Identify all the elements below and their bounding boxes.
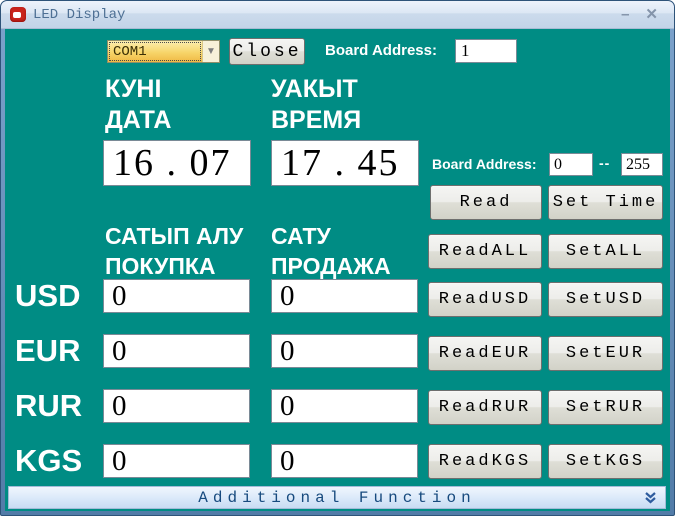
close-icon[interactable]: ✕ (645, 7, 658, 22)
currency-label-rur: RUR (15, 387, 101, 425)
buy-column-label: САТЫП АЛУ ПОКУПКА (105, 221, 243, 281)
currency-label-eur: EUR (15, 332, 101, 370)
eur-buy-field[interactable] (103, 334, 250, 368)
com-port-value: COM1 (108, 41, 202, 62)
board-address-range-label: Board Address: (432, 156, 537, 172)
time-value-field[interactable] (271, 140, 419, 186)
board-address-input[interactable] (455, 39, 517, 63)
read-eur-button[interactable]: ReadEUR (428, 336, 542, 371)
set-usd-button[interactable]: SetUSD (548, 282, 663, 317)
currency-label-kgs: KGS (15, 442, 101, 480)
rur-sell-field[interactable] (271, 389, 418, 423)
read-usd-button[interactable]: ReadUSD (428, 282, 542, 317)
eur-sell-field[interactable] (271, 334, 418, 368)
app-icon (10, 7, 26, 22)
currency-label-usd: USD (15, 277, 101, 315)
additional-function-bar[interactable]: Additional Function (8, 486, 666, 509)
board-address-label: Board Address: (325, 42, 437, 59)
usd-buy-field[interactable] (103, 279, 250, 313)
read-rur-button[interactable]: ReadRUR (428, 390, 542, 425)
time-label: УАКЫТ ВРЕМЯ (271, 74, 361, 136)
main-panel: COM1 ▼ Close Board Address: КУНІ ДАТА УА… (5, 29, 670, 511)
set-eur-button[interactable]: SetEUR (548, 336, 663, 371)
sell-column-label: САТУ ПРОДАЖА (271, 221, 391, 281)
minimize-icon[interactable]: – (621, 7, 629, 22)
chevron-double-down-icon[interactable] (644, 491, 657, 510)
com-port-select[interactable]: COM1 ▼ (107, 40, 220, 63)
range-separator: -- (599, 155, 610, 171)
read-button[interactable]: Read (430, 185, 542, 220)
read-kgs-button[interactable]: ReadKGS (428, 444, 542, 479)
additional-function-label: Additional Function (198, 489, 475, 507)
kgs-buy-field[interactable] (103, 444, 250, 478)
app-window: LED Display – ✕ COM1 ▼ Close Board Addre… (0, 0, 675, 516)
window-title: LED Display (33, 7, 125, 23)
set-kgs-button[interactable]: SetKGS (548, 444, 663, 479)
kgs-sell-field[interactable] (271, 444, 418, 478)
read-all-button[interactable]: ReadALL (428, 234, 542, 269)
set-rur-button[interactable]: SetRUR (548, 390, 663, 425)
set-time-button[interactable]: Set Time (548, 185, 663, 220)
chevron-down-icon[interactable]: ▼ (202, 41, 219, 62)
title-bar: LED Display – ✕ (1, 1, 674, 29)
usd-sell-field[interactable] (271, 279, 418, 313)
board-address-to-input[interactable] (621, 153, 663, 176)
date-value-field[interactable] (103, 140, 251, 186)
rur-buy-field[interactable] (103, 389, 250, 423)
close-port-button[interactable]: Close (229, 38, 305, 65)
board-address-from-input[interactable] (549, 153, 593, 176)
date-label: КУНІ ДАТА (105, 74, 171, 136)
set-all-button[interactable]: SetALL (548, 234, 663, 269)
